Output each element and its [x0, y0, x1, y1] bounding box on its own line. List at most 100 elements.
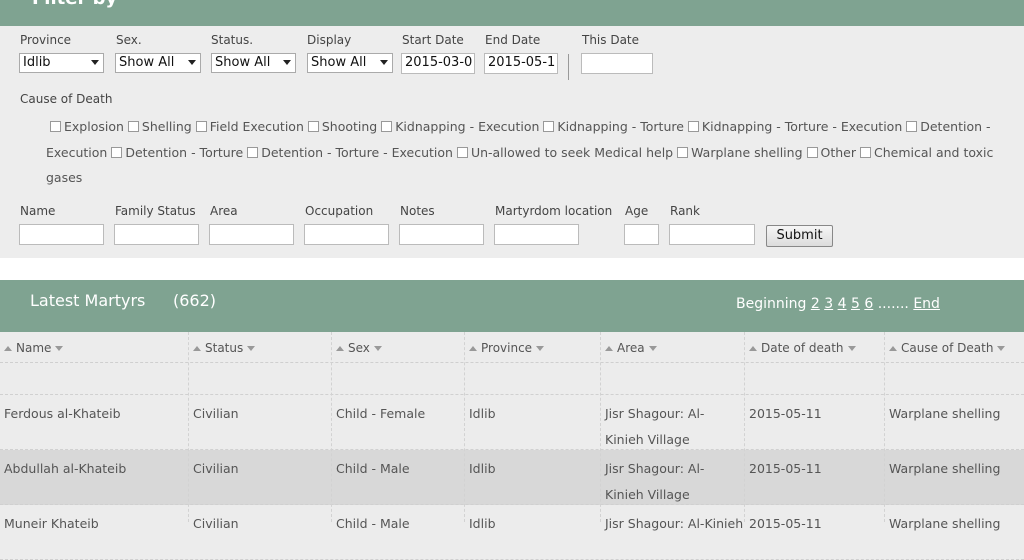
display-select[interactable]: Show All: [307, 53, 393, 73]
this-date-label: This Date: [582, 33, 640, 47]
checkbox-icon[interactable]: [543, 121, 555, 132]
area-label: Area: [210, 204, 238, 218]
cell-cause: Warplane shelling: [889, 516, 1001, 531]
end-date-label: End Date: [485, 33, 541, 47]
cell-province: Idlib: [469, 406, 496, 421]
chevron-down-icon: [283, 60, 291, 65]
filter-header: Filter by: [0, 0, 1024, 26]
table-row[interactable]: Muneir Khateib Civilian Child - Male Idl…: [0, 505, 1024, 560]
cause-option[interactable]: Shooting: [307, 119, 377, 134]
province-select[interactable]: Idlib: [19, 53, 104, 73]
age-input[interactable]: [624, 224, 659, 245]
cause-option[interactable]: Kidnapping - Execution: [381, 119, 539, 134]
cause-option[interactable]: Un-allowed to seek Medical help: [456, 145, 673, 160]
cause-option[interactable]: Field Execution: [195, 119, 304, 134]
page-link[interactable]: 5: [851, 296, 860, 312]
cell-sex: Child - Female: [336, 406, 426, 421]
cause-option[interactable]: Other: [806, 145, 856, 160]
column-header-name[interactable]: Name: [4, 341, 64, 355]
family-status-input[interactable]: [114, 224, 199, 245]
name-input[interactable]: [19, 224, 104, 245]
cause-of-death-checkboxes: Explosion Shelling Field Execution Shoot…: [46, 114, 1006, 191]
checkbox-icon[interactable]: [247, 146, 259, 158]
table-header: Name Status Sex Province Area Date of de…: [0, 332, 1024, 363]
page-link[interactable]: 2: [811, 296, 820, 312]
column-divider: [744, 332, 745, 522]
checkbox-icon[interactable]: [687, 121, 699, 132]
sort-desc-icon[interactable]: [247, 346, 256, 351]
cause-option[interactable]: Shelling: [127, 119, 192, 134]
sort-asc-icon[interactable]: [336, 346, 344, 351]
status-select[interactable]: Show All: [211, 53, 296, 73]
sort-asc-icon[interactable]: [889, 346, 897, 351]
cause-option[interactable]: Detention - Torture: [111, 145, 243, 160]
checkbox-icon[interactable]: [456, 146, 468, 158]
martyrdom-location-input[interactable]: [494, 224, 579, 245]
page-link[interactable]: 3: [824, 296, 833, 312]
table-row[interactable]: Ferdous al-Khateib Civilian Child - Fema…: [0, 395, 1024, 450]
sort-asc-icon[interactable]: [749, 346, 757, 351]
cause-option[interactable]: Explosion: [50, 119, 124, 134]
pager-beginning[interactable]: Beginning: [736, 296, 806, 312]
sort-asc-icon[interactable]: [4, 346, 12, 351]
occupation-label: Occupation: [305, 204, 374, 218]
area-input[interactable]: [209, 224, 294, 245]
checkbox-icon[interactable]: [195, 121, 207, 132]
column-header-status[interactable]: Status: [193, 341, 256, 355]
table-row[interactable]: Abdullah al-Khateib Civilian Child - Mal…: [0, 450, 1024, 505]
column-header-cause[interactable]: Cause of Death: [889, 341, 1006, 355]
end-date-input[interactable]: 2015-05-1: [484, 53, 558, 74]
page-link[interactable]: 4: [838, 296, 847, 312]
sort-desc-icon[interactable]: [373, 346, 382, 351]
checkbox-icon[interactable]: [307, 121, 319, 132]
sex-select[interactable]: Show All: [115, 53, 201, 73]
page-link[interactable]: 6: [864, 296, 873, 312]
rank-input[interactable]: [669, 224, 755, 245]
occupation-input[interactable]: [304, 224, 389, 245]
cell-name: Abdullah al-Khateib: [4, 461, 127, 476]
this-date-input[interactable]: [581, 53, 653, 74]
start-date-input[interactable]: 2015-03-0: [401, 53, 475, 74]
province-label: Province: [20, 33, 72, 47]
cause-option[interactable]: Warplane shelling: [677, 145, 803, 160]
cause-option[interactable]: Kidnapping - Torture: [543, 119, 684, 134]
sort-asc-icon[interactable]: [605, 346, 613, 351]
checkbox-icon[interactable]: [50, 121, 61, 132]
display-label: Display: [307, 33, 352, 47]
cell-sex: Child - Male: [336, 516, 410, 531]
results-count: (662): [173, 291, 217, 310]
status-label: Status.: [211, 33, 254, 47]
pager-end-link[interactable]: End: [913, 296, 940, 312]
sort-asc-icon[interactable]: [193, 346, 201, 351]
cause-option[interactable]: Detention - Torture - Execution: [247, 145, 453, 160]
cell-status: Civilian: [193, 516, 239, 531]
checkbox-icon[interactable]: [111, 146, 123, 158]
notes-label: Notes: [400, 204, 435, 218]
checkbox-icon[interactable]: [381, 121, 393, 132]
sort-desc-icon[interactable]: [997, 346, 1006, 351]
column-header-province[interactable]: Province: [469, 341, 545, 355]
column-header-area[interactable]: Area: [605, 341, 657, 355]
cause-option[interactable]: Kidnapping - Torture - Execution: [687, 119, 902, 134]
checkbox-icon[interactable]: [127, 121, 139, 132]
sex-label: Sex.: [116, 33, 142, 47]
results-header: Latest Martyrs (662) Beginning 2 3 4 5 6…: [0, 280, 1024, 332]
cell-date: 2015-05-11: [749, 406, 822, 421]
checkbox-icon[interactable]: [859, 146, 871, 158]
sort-desc-icon[interactable]: [55, 346, 64, 351]
column-header-date[interactable]: Date of death: [749, 341, 856, 355]
notes-input[interactable]: [399, 224, 484, 245]
cell-area: Jisr Shagour: Al-Kinieh Village: [605, 461, 705, 502]
checkbox-icon[interactable]: [806, 146, 818, 158]
submit-button[interactable]: Submit: [766, 225, 833, 247]
sort-desc-icon[interactable]: [847, 346, 856, 351]
checkbox-icon[interactable]: [906, 121, 918, 132]
sort-asc-icon[interactable]: [469, 346, 477, 351]
cell-name: Ferdous al-Khateib: [4, 406, 121, 421]
cause-of-death-label: Cause of Death: [20, 92, 113, 106]
family-status-label: Family Status: [115, 204, 196, 218]
column-header-sex[interactable]: Sex: [336, 341, 382, 355]
sort-desc-icon[interactable]: [536, 346, 545, 351]
checkbox-icon[interactable]: [677, 146, 689, 158]
sort-desc-icon[interactable]: [648, 346, 657, 351]
